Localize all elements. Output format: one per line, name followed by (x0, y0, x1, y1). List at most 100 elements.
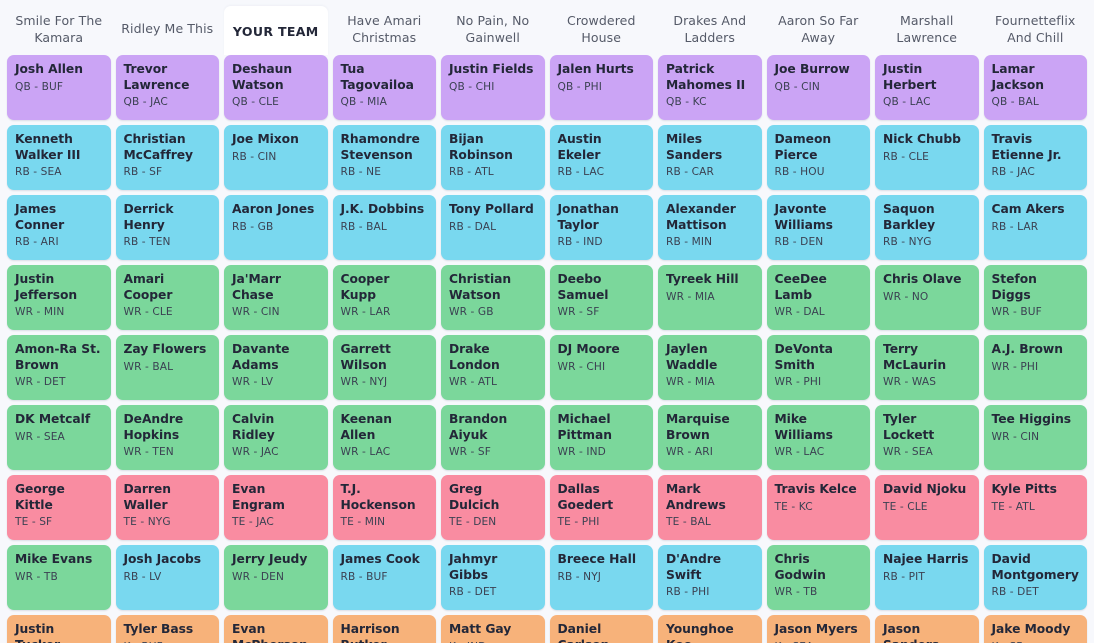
team-header-3[interactable]: Have Amari Christmas (333, 0, 437, 55)
player-card[interactable]: Cooper Kupp WR - LAR (332, 265, 436, 330)
player-card[interactable]: Mark Andrews TE - BAL (658, 475, 762, 540)
player-card[interactable]: Tyler Lockett WR - SEA (875, 405, 979, 470)
player-card[interactable]: George Kittle TE - SF (7, 475, 111, 540)
player-card[interactable]: Josh Jacobs RB - LV (115, 545, 219, 610)
team-header-4[interactable]: No Pain, No Gainwell (441, 0, 545, 55)
player-card[interactable]: Saquon Barkley RB - NYG (875, 195, 979, 260)
player-card[interactable]: DeVonta Smith WR - PHI (766, 335, 870, 400)
player-card[interactable]: Chris Godwin WR - TB (766, 545, 870, 610)
player-card[interactable]: Justin Jefferson WR - MIN (7, 265, 111, 330)
player-card[interactable]: Travis Etienne Jr. RB - JAC (983, 125, 1087, 190)
player-card[interactable]: Tony Pollard RB - DAL (441, 195, 545, 260)
player-card[interactable]: Matt Gay K - IND (441, 615, 545, 643)
team-header-1[interactable]: Ridley Me This (116, 0, 220, 55)
player-card[interactable]: Deshaun Watson QB - CLE (224, 55, 328, 120)
player-card[interactable]: Marquise Brown WR - ARI (658, 405, 762, 470)
team-header-7[interactable]: Aaron So Far Away (767, 0, 871, 55)
player-card[interactable]: T.J. Hockenson TE - MIN (332, 475, 436, 540)
player-card[interactable]: Travis Kelce TE - KC (766, 475, 870, 540)
player-card[interactable]: Jalen Hurts QB - PHI (549, 55, 653, 120)
player-card[interactable]: Mike Williams WR - LAC (766, 405, 870, 470)
player-card[interactable]: Austin Ekeler RB - LAC (549, 125, 653, 190)
player-card[interactable]: Christian Watson WR - GB (441, 265, 545, 330)
player-card[interactable]: Garrett Wilson WR - NYJ (332, 335, 436, 400)
player-card[interactable]: Kyle Pitts TE - ATL (983, 475, 1087, 540)
player-card[interactable]: Najee Harris RB - PIT (875, 545, 979, 610)
player-card[interactable]: Josh Allen QB - BUF (7, 55, 111, 120)
player-card[interactable]: Jonathan Taylor RB - IND (549, 195, 653, 260)
player-card[interactable]: Daniel CarlsonK - LV (549, 615, 653, 643)
player-card[interactable]: Cam Akers RB - LAR (983, 195, 1087, 260)
player-card[interactable]: Tyler Bass K - BUF (115, 615, 219, 643)
player-card[interactable]: Jaylen Waddle WR - MIA (658, 335, 762, 400)
player-card[interactable]: Kenneth Walker III RB - SEA (7, 125, 111, 190)
player-card[interactable]: Brandon Aiyuk WR - SF (441, 405, 545, 470)
team-header-2[interactable]: YOUR TEAM (224, 6, 328, 55)
player-card[interactable]: Javonte Williams RB - DEN (766, 195, 870, 260)
player-card[interactable]: Rhamondre Stevenson RB - NE (332, 125, 436, 190)
player-card[interactable]: Darren Waller TE - NYG (115, 475, 219, 540)
player-card[interactable]: James Conner RB - ARI (7, 195, 111, 260)
player-card[interactable]: Drake London WR - ATL (441, 335, 545, 400)
player-card[interactable]: Chris Olave WR - NO (875, 265, 979, 330)
player-card[interactable]: Jake Moody K - SF (983, 615, 1087, 643)
player-card[interactable]: Joe Mixon RB - CIN (224, 125, 328, 190)
player-card[interactable]: David Njoku TE - CLE (875, 475, 979, 540)
player-card[interactable]: Tee Higgins WR - CIN (983, 405, 1087, 470)
player-card[interactable]: Lamar Jackson QB - BAL (983, 55, 1087, 120)
player-card[interactable]: Stefon Diggs WR - BUF (983, 265, 1087, 330)
player-card[interactable]: Younghoe KooK - ATL (658, 615, 762, 643)
player-card[interactable]: Deebo Samuel WR - SF (549, 265, 653, 330)
player-card[interactable]: Patrick Mahomes II QB - KC (658, 55, 762, 120)
player-card[interactable]: Joe Burrow QB - CIN (766, 55, 870, 120)
player-card[interactable]: DK Metcalf WR - SEA (7, 405, 111, 470)
player-card[interactable]: David Montgomery RB - DET (983, 545, 1087, 610)
player-card[interactable]: Amari Cooper WR - CLE (115, 265, 219, 330)
player-card[interactable]: Derrick Henry RB - TEN (115, 195, 219, 260)
player-card[interactable]: Justin TuckerK - BAL (7, 615, 111, 643)
player-card[interactable]: Greg Dulcich TE - DEN (441, 475, 545, 540)
player-card[interactable]: Davante Adams WR - LV (224, 335, 328, 400)
player-card[interactable]: Nick Chubb RB - CLE (875, 125, 979, 190)
player-card[interactable]: Bijan Robinson RB - ATL (441, 125, 545, 190)
player-card[interactable]: Tua Tagovailoa QB - MIA (332, 55, 436, 120)
player-card[interactable]: Trevor Lawrence QB - JAC (115, 55, 219, 120)
player-card[interactable]: Ja'Marr Chase WR - CIN (224, 265, 328, 330)
player-card[interactable]: DJ Moore WR - CHI (549, 335, 653, 400)
player-card[interactable]: CeeDee Lamb WR - DAL (766, 265, 870, 330)
player-card[interactable]: James Cook RB - BUF (332, 545, 436, 610)
player-card[interactable]: Terry McLaurin WR - WAS (875, 335, 979, 400)
player-card[interactable]: Justin Fields QB - CHI (441, 55, 545, 120)
player-card[interactable]: Zay Flowers WR - BAL (115, 335, 219, 400)
player-card[interactable]: Jerry Jeudy WR - DEN (224, 545, 328, 610)
team-header-0[interactable]: Smile For The Kamara (7, 0, 111, 55)
team-header-9[interactable]: Fournetteflix And Chill (984, 0, 1088, 55)
player-card[interactable]: DeAndre Hopkins WR - TEN (115, 405, 219, 470)
player-card[interactable]: Dameon Pierce RB - HOU (766, 125, 870, 190)
player-card[interactable]: Calvin Ridley WR - JAC (224, 405, 328, 470)
player-card[interactable]: Aaron Jones RB - GB (224, 195, 328, 260)
player-card[interactable]: Christian McCaffrey RB - SF (115, 125, 219, 190)
player-card[interactable]: Jason SandersK - MIA (875, 615, 979, 643)
player-card[interactable]: A.J. Brown WR - PHI (983, 335, 1087, 400)
player-card[interactable]: Breece Hall RB - NYJ (549, 545, 653, 610)
player-card[interactable]: Justin Herbert QB - LAC (875, 55, 979, 120)
player-card[interactable]: Dallas Goedert TE - PHI (549, 475, 653, 540)
team-header-6[interactable]: Drakes And Ladders (658, 0, 762, 55)
team-header-5[interactable]: Crowdered House (550, 0, 654, 55)
player-card[interactable]: D'Andre Swift RB - PHI (658, 545, 762, 610)
player-card[interactable]: Harrison ButkerK - KC (332, 615, 436, 643)
player-card[interactable]: Evan McPhersonK - CIN (224, 615, 328, 643)
player-card[interactable]: Keenan Allen WR - LAC (332, 405, 436, 470)
player-card[interactable]: J.K. Dobbins RB - BAL (332, 195, 436, 260)
team-header-8[interactable]: Marshall Lawrence (875, 0, 979, 55)
player-card[interactable]: Miles Sanders RB - CAR (658, 125, 762, 190)
player-card[interactable]: Alexander Mattison RB - MIN (658, 195, 762, 260)
player-card[interactable]: Jahmyr Gibbs RB - DET (441, 545, 545, 610)
player-card[interactable]: Jason Myers K - SEA (766, 615, 870, 643)
player-card[interactable]: Tyreek Hill WR - MIA (658, 265, 762, 330)
player-card[interactable]: Mike Evans WR - TB (7, 545, 111, 610)
player-card[interactable]: Amon-Ra St. Brown WR - DET (7, 335, 111, 400)
player-card[interactable]: Michael Pittman WR - IND (549, 405, 653, 470)
player-card[interactable]: Evan Engram TE - JAC (224, 475, 328, 540)
